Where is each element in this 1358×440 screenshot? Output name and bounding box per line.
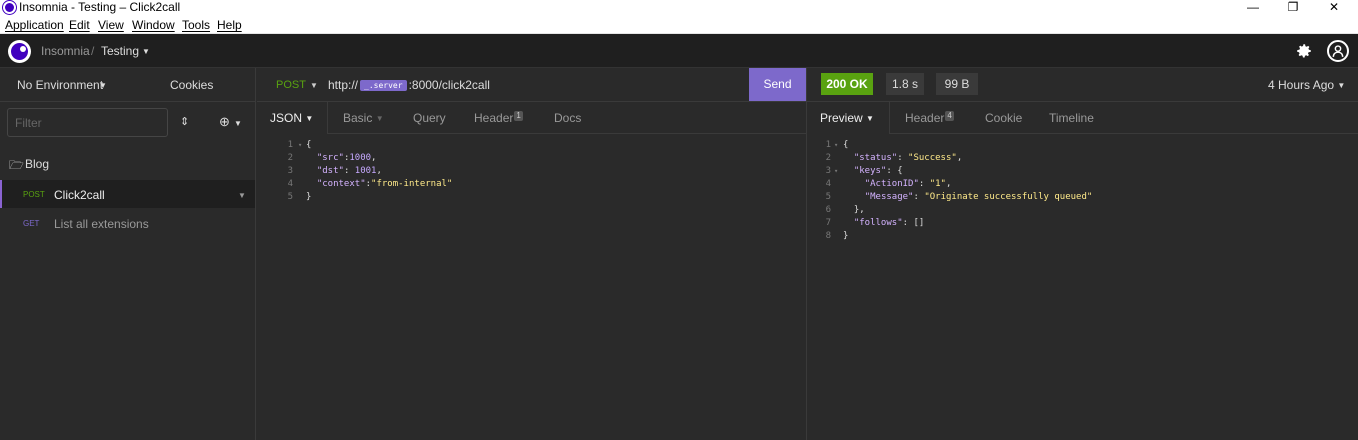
response-header-count-badge: 4	[945, 111, 954, 121]
tab-preview[interactable]: Preview ▼	[820, 102, 874, 134]
tab-response-header[interactable]: Header 4	[905, 102, 954, 134]
url-prefix: http://	[328, 78, 359, 92]
folder-icon: 🗁	[9, 158, 24, 172]
request-dropdown-icon[interactable]: ▼	[238, 191, 246, 200]
menu-window[interactable]: Window	[132, 18, 175, 32]
request-method-badge: POST	[23, 190, 45, 199]
method-dropdown-icon[interactable]: ▼	[310, 81, 318, 90]
tab-timeline[interactable]: Timeline	[1049, 102, 1094, 134]
tab-header[interactable]: Header 1	[474, 102, 523, 134]
cookies-button[interactable]: Cookies	[170, 78, 213, 92]
response-status-bar: 200 OK 1.8 s 99 B 4 Hours Ago ▼	[807, 68, 1358, 102]
window-title: Insomnia - Testing – Click2call	[19, 0, 181, 14]
url-suffix: :8000/click2call	[408, 78, 490, 92]
request-url-bar: POST ▼ http://_.server:8000/click2call S…	[257, 68, 806, 102]
insomnia-logo[interactable]	[8, 40, 31, 63]
sort-icon[interactable]: ⇕	[180, 115, 189, 128]
workspace-dropdown-icon[interactable]: ▼	[142, 47, 150, 56]
tab-json[interactable]: JSON ▼	[270, 102, 313, 134]
filter-input[interactable]	[7, 108, 168, 137]
breadcrumb-root[interactable]: Insomnia	[41, 44, 90, 58]
tab-cookie[interactable]: Cookie	[985, 102, 1022, 134]
menu-edit[interactable]: Edit	[69, 18, 90, 32]
response-history-selector[interactable]: 4 Hours Ago ▼	[1268, 78, 1345, 92]
workspace-name[interactable]: Testing	[101, 44, 139, 58]
request-body-editor[interactable]: 1 ▾{ 2 "src":1000, 3 "dst": 1001, 4 "cont…	[257, 138, 806, 440]
menu-view[interactable]: View	[98, 18, 124, 32]
window-titlebar: Insomnia - Testing – Click2call — ❐ ✕	[0, 0, 1358, 16]
tab-basic[interactable]: Basic ▼	[343, 102, 384, 134]
response-body-viewer[interactable]: 1 ▾{ 2 "status": "Success", 3 ▾ "keys": { …	[807, 138, 1358, 440]
response-tabs: Preview ▼ Header 4 Cookie Timeline	[807, 102, 1358, 134]
menu-bar: Application Edit View Window Tools Help	[0, 16, 1358, 34]
tab-query[interactable]: Query	[413, 102, 446, 134]
send-button[interactable]: Send	[749, 68, 806, 101]
url-variable-tag[interactable]: _.server	[360, 80, 407, 91]
minimize-button[interactable]: —	[1245, 0, 1261, 14]
maximize-button[interactable]: ❐	[1285, 0, 1301, 14]
insomnia-app-icon	[3, 1, 16, 14]
url-input[interactable]: http://_.server:8000/click2call	[328, 78, 490, 92]
request-name: List all extensions	[54, 217, 149, 231]
breadcrumb-separator: /	[91, 44, 95, 58]
response-size-badge: 99 B	[936, 73, 978, 95]
request-name: Click2call	[54, 188, 105, 202]
request-item-click2call[interactable]: POST Click2call ▼	[0, 180, 255, 208]
user-icon[interactable]	[1327, 40, 1349, 62]
header-count-badge: 1	[514, 111, 523, 121]
tab-docs[interactable]: Docs	[554, 102, 581, 134]
response-time-badge: 1.8 s	[886, 73, 924, 95]
environment-bar: No Environment ▼ Cookies	[0, 68, 256, 102]
request-item-list-extensions[interactable]: GET List all extensions	[0, 209, 255, 237]
app-header: Insomnia / Testing ▼	[0, 34, 1358, 68]
request-method-badge: GET	[23, 219, 40, 228]
menu-help[interactable]: Help	[217, 18, 242, 32]
folder-name: Blog	[25, 157, 50, 171]
method-selector[interactable]: POST	[276, 79, 306, 91]
sidebar: No Environment ▼ Cookies ⇕ ⊕ ▼ 🗁 Blog PO…	[0, 68, 256, 440]
environment-selector[interactable]: No Environment	[17, 78, 103, 92]
menu-tools[interactable]: Tools	[182, 18, 210, 32]
menu-application[interactable]: Application	[5, 18, 64, 32]
gear-icon[interactable]	[1293, 40, 1315, 62]
request-tabs: JSON ▼ Basic ▼ Query Header 1 Docs	[257, 102, 806, 134]
add-plus-icon[interactable]: ⊕	[219, 114, 230, 130]
status-badge: 200 OK	[821, 73, 873, 95]
close-button[interactable]: ✕	[1326, 0, 1342, 14]
add-dropdown-icon[interactable]: ▼	[234, 119, 242, 128]
environment-dropdown-icon[interactable]: ▼	[99, 81, 107, 90]
